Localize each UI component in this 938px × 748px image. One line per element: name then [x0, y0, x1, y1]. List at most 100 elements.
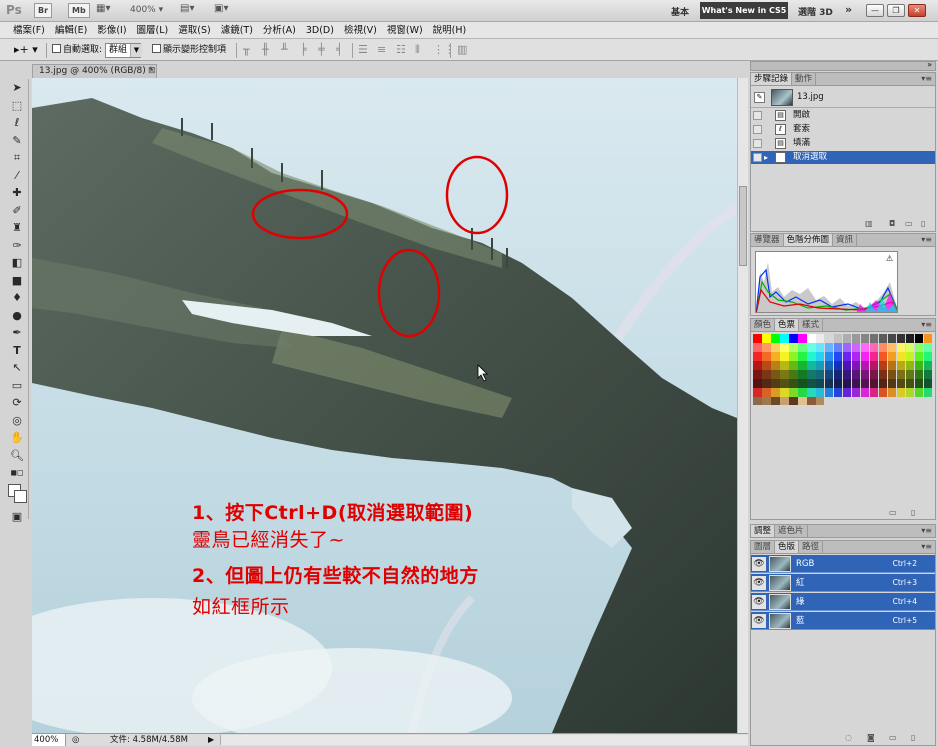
- quick-mask-icon[interactable]: ▣: [6, 508, 28, 526]
- brush-tool-icon[interactable]: ✐: [6, 202, 28, 220]
- swatch[interactable]: [779, 360, 789, 370]
- tab-adjustments[interactable]: 調整: [751, 525, 776, 537]
- zoom-tool-icon[interactable]: 🔍︎: [6, 447, 28, 465]
- swatch[interactable]: [806, 342, 816, 352]
- swatch[interactable]: [842, 334, 852, 343]
- swatch[interactable]: [905, 334, 915, 343]
- distribute-vcenter-icon[interactable]: ≡: [377, 44, 386, 56]
- type-tool-icon[interactable]: T: [6, 342, 28, 360]
- swatch[interactable]: [914, 360, 924, 370]
- align-left-icon[interactable]: ╞: [300, 44, 307, 56]
- swatch[interactable]: [815, 334, 825, 343]
- swatch[interactable]: [842, 351, 852, 361]
- swatch[interactable]: [905, 378, 915, 388]
- swatch[interactable]: [815, 387, 825, 397]
- status-menu-arrow[interactable]: ▶: [208, 734, 214, 746]
- swatch[interactable]: [851, 334, 861, 343]
- align-top-icon[interactable]: ╥: [243, 44, 250, 56]
- menu-help[interactable]: 說明(H): [428, 22, 472, 38]
- swatch[interactable]: [815, 360, 825, 370]
- lasso-tool-icon[interactable]: ℓ: [6, 114, 28, 132]
- screen-mode-dropdown[interactable]: ▣▾: [214, 3, 240, 18]
- visibility-eye-icon[interactable]: 👁︎: [752, 557, 766, 571]
- swatch[interactable]: [797, 378, 807, 388]
- tab-channels[interactable]: 色版: [775, 541, 800, 553]
- show-transform-controls-checkbox[interactable]: 顯示變形控制項: [152, 43, 226, 57]
- swatch[interactable]: [824, 387, 834, 397]
- channel-row[interactable]: 👁︎ RGB Ctrl+2: [751, 555, 935, 573]
- menu-edit[interactable]: 編輯(E): [50, 22, 92, 38]
- restore-button[interactable]: ❐: [887, 4, 905, 17]
- swatch[interactable]: [896, 351, 906, 361]
- swatch[interactable]: [905, 387, 915, 397]
- history-step-selected[interactable]: ▸ ▤ 取消選取: [751, 151, 935, 164]
- swatch[interactable]: [770, 334, 780, 343]
- workspace-basic-button[interactable]: 基本: [671, 5, 689, 18]
- workspace-3d-button[interactable]: 選階 3D: [798, 5, 833, 18]
- swatch[interactable]: [851, 369, 861, 379]
- swatch[interactable]: [842, 378, 852, 388]
- align-hcenter-icon[interactable]: ╪: [318, 44, 325, 56]
- swatch[interactable]: [753, 360, 762, 370]
- close-icon[interactable]: ⊠: [148, 65, 156, 77]
- tab-navigator[interactable]: 導覽器: [751, 234, 784, 246]
- align-vcenter-icon[interactable]: ╫: [262, 44, 269, 56]
- clone-stamp-tool-icon[interactable]: ♜: [6, 219, 28, 237]
- swatch[interactable]: [824, 342, 834, 352]
- history-step[interactable]: ▤ 開啟: [751, 109, 935, 122]
- swatch[interactable]: [770, 360, 780, 370]
- tab-color[interactable]: 顏色: [751, 319, 776, 331]
- align-right-icon[interactable]: ╡: [336, 44, 343, 56]
- swatch[interactable]: [761, 342, 771, 352]
- 3d-rotate-tool-icon[interactable]: ⟳: [6, 394, 28, 412]
- vertical-scrollbar[interactable]: [737, 78, 748, 733]
- swatch[interactable]: [833, 387, 843, 397]
- swatch[interactable]: [887, 351, 897, 361]
- swatch[interactable]: [860, 334, 870, 343]
- swatch[interactable]: [806, 378, 816, 388]
- swatch[interactable]: [806, 360, 816, 370]
- panel-menu-icon[interactable]: ▾≡: [921, 73, 935, 85]
- swatch[interactable]: [851, 360, 861, 370]
- swatch[interactable]: [914, 369, 924, 379]
- history-source-checkbox[interactable]: [753, 139, 762, 148]
- warning-icon[interactable]: ⚠: [886, 254, 893, 263]
- swatch[interactable]: [753, 387, 762, 397]
- swatch[interactable]: [833, 351, 843, 361]
- snapshot-brush-icon[interactable]: ✎: [754, 92, 765, 103]
- swatch[interactable]: [878, 334, 888, 343]
- swatch[interactable]: [779, 369, 789, 379]
- history-source-checkbox[interactable]: [753, 125, 762, 134]
- swatch[interactable]: [824, 369, 834, 379]
- panel-menu-icon[interactable]: ▾≡: [921, 541, 935, 553]
- menu-3d[interactable]: 3D(D): [301, 22, 339, 38]
- swatch[interactable]: [753, 396, 762, 406]
- swatch[interactable]: [761, 334, 771, 343]
- swatch[interactable]: [815, 369, 825, 379]
- 3d-orbit-tool-icon[interactable]: ◎: [6, 412, 28, 430]
- swatch[interactable]: [896, 342, 906, 352]
- swatch[interactable]: [824, 378, 834, 388]
- swatch[interactable]: [797, 334, 807, 343]
- channel-row[interactable]: 👁︎ 綠 Ctrl+4: [751, 593, 935, 611]
- swatch[interactable]: [923, 369, 933, 379]
- swatch[interactable]: [761, 378, 771, 388]
- swatch[interactable]: [869, 342, 879, 352]
- bridge-button[interactable]: Br: [34, 3, 53, 18]
- menu-file[interactable]: 檔案(F): [8, 22, 50, 38]
- swatch[interactable]: [860, 387, 870, 397]
- history-source-checkbox[interactable]: [753, 111, 762, 120]
- swatch[interactable]: [815, 351, 825, 361]
- new-channel-icon[interactable]: ▭: [889, 733, 897, 742]
- swatch[interactable]: [896, 360, 906, 370]
- swatch[interactable]: [833, 360, 843, 370]
- swatch[interactable]: [806, 387, 816, 397]
- swatch[interactable]: [753, 342, 762, 352]
- distribute-top-icon[interactable]: ☰: [358, 44, 368, 56]
- distribute-left-icon[interactable]: ⦀: [415, 44, 420, 56]
- swatch[interactable]: [761, 351, 771, 361]
- swatch[interactable]: [761, 369, 771, 379]
- swatch[interactable]: [842, 342, 852, 352]
- swatch[interactable]: [770, 378, 780, 388]
- menu-filter[interactable]: 濾鏡(T): [216, 22, 258, 38]
